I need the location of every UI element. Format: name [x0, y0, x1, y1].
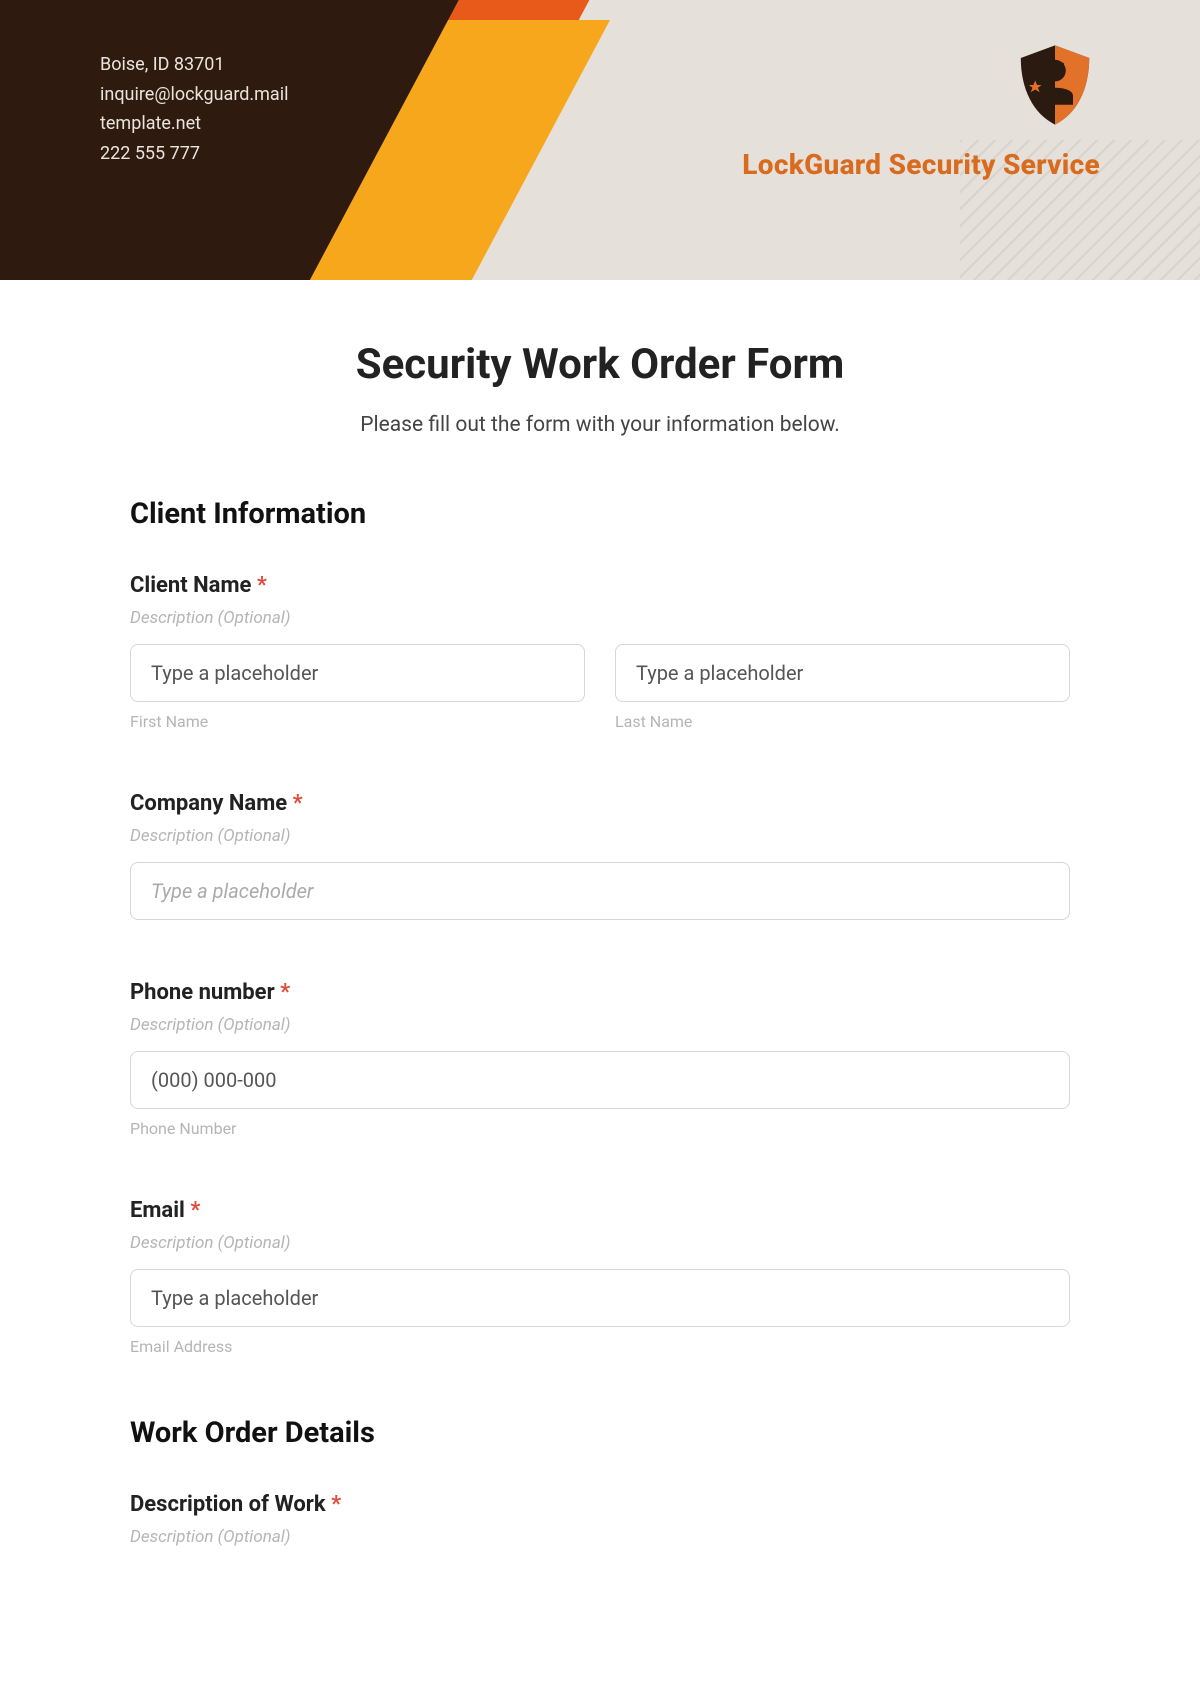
contact-info: Boise, ID 83701 inquire@lockguard.mail t…	[100, 50, 288, 169]
label-description-of-work: Description of Work *	[130, 1492, 1070, 1517]
brand-block: LockGuard Security Service	[742, 40, 1100, 181]
last-name-input[interactable]	[615, 644, 1070, 702]
section-client-information: Client Information	[130, 497, 1070, 531]
contact-website: template.net	[100, 109, 288, 139]
field-company-name: Company Name * Description (Optional)	[130, 791, 1070, 920]
label-email: Email *	[130, 1198, 1070, 1223]
required-asterisk: *	[257, 573, 267, 598]
first-name-input[interactable]	[130, 644, 585, 702]
label-text: Phone number	[130, 980, 275, 1005]
email-input[interactable]	[130, 1269, 1070, 1327]
desc-phone-number: Description (Optional)	[130, 1015, 1070, 1035]
form-subtitle: Please fill out the form with your infor…	[130, 413, 1070, 437]
required-asterisk: *	[280, 980, 290, 1005]
label-text: Client Name	[130, 573, 251, 598]
sublabel-first-name: First Name	[130, 712, 585, 731]
desc-description-of-work: Description (Optional)	[130, 1527, 1070, 1547]
required-asterisk: *	[293, 791, 303, 816]
contact-phone: 222 555 777	[100, 139, 288, 169]
form-body: Security Work Order Form Please fill out…	[0, 280, 1200, 1603]
field-phone-number: Phone number * Description (Optional) Ph…	[130, 980, 1070, 1138]
contact-email: inquire@lockguard.mail	[100, 80, 288, 110]
contact-address: Boise, ID 83701	[100, 50, 288, 80]
phone-number-input[interactable]	[130, 1051, 1070, 1109]
company-name-input[interactable]	[130, 862, 1070, 920]
sublabel-email: Email Address	[130, 1337, 1070, 1356]
required-asterisk: *	[190, 1198, 200, 1223]
section-work-order-details: Work Order Details	[130, 1416, 1070, 1450]
desc-client-name: Description (Optional)	[130, 608, 1070, 628]
field-email: Email * Description (Optional) Email Add…	[130, 1198, 1070, 1356]
label-text: Description of Work	[130, 1492, 326, 1517]
sublabel-last-name: Last Name	[615, 712, 1070, 731]
required-asterisk: *	[331, 1492, 341, 1517]
label-company-name: Company Name *	[130, 791, 1070, 816]
brand-name: LockGuard Security Service	[742, 148, 1100, 181]
letterhead: Boise, ID 83701 inquire@lockguard.mail t…	[0, 0, 1200, 280]
field-client-name: Client Name * Description (Optional) Fir…	[130, 573, 1070, 731]
desc-company-name: Description (Optional)	[130, 826, 1070, 846]
label-phone-number: Phone number *	[130, 980, 1070, 1005]
label-client-name: Client Name *	[130, 573, 1070, 598]
desc-email: Description (Optional)	[130, 1233, 1070, 1253]
shield-guard-icon	[1010, 40, 1100, 130]
form-title: Security Work Order Form	[130, 340, 1070, 389]
field-description-of-work: Description of Work * Description (Optio…	[130, 1492, 1070, 1547]
label-text: Company Name	[130, 791, 287, 816]
sublabel-phone-number: Phone Number	[130, 1119, 1070, 1138]
label-text: Email	[130, 1198, 185, 1223]
